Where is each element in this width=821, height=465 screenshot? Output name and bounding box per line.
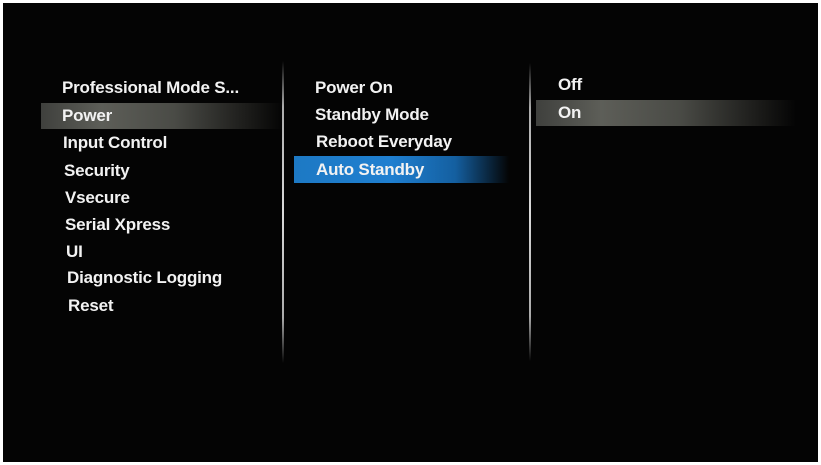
menu-item-label: Power <box>62 106 113 125</box>
submenu-item-power-on[interactable]: Power On <box>315 75 515 101</box>
menu-item-label: Professional Mode S... <box>62 78 239 97</box>
menu-item-ui[interactable]: UI <box>66 239 266 265</box>
menu-item-label: Serial Xpress <box>65 215 171 234</box>
menu-item-professional-mode[interactable]: Professional Mode S... <box>62 75 282 101</box>
menu-item-label: Reset <box>68 296 114 315</box>
option-label: On <box>558 103 582 122</box>
menu-item-diagnostic-logging[interactable]: Diagnostic Logging <box>67 265 267 291</box>
column-divider-right <box>529 63 531 361</box>
option-off[interactable]: Off <box>558 72 758 98</box>
menu-item-security[interactable]: Security <box>64 158 264 184</box>
menu-item-label: Security <box>64 161 130 180</box>
column-divider-left <box>282 61 284 363</box>
menu-item-label: Vsecure <box>65 188 130 207</box>
menu-item-reset[interactable]: Reset <box>68 293 268 319</box>
menu-item-label: UI <box>66 242 83 261</box>
menu-item-label: Input Control <box>63 133 168 152</box>
submenu-item-auto-standby[interactable]: Auto Standby <box>294 156 509 183</box>
menu-item-power[interactable]: Power <box>41 103 283 129</box>
menu-item-vsecure[interactable]: Vsecure <box>65 185 265 211</box>
submenu-item-label: Auto Standby <box>316 160 425 179</box>
menu-item-label: Diagnostic Logging <box>67 268 223 287</box>
menu-item-input-control[interactable]: Input Control <box>63 130 263 156</box>
submenu-item-reboot-everyday[interactable]: Reboot Everyday <box>316 129 516 155</box>
option-on[interactable]: On <box>536 100 796 126</box>
submenu-item-label: Power On <box>315 78 393 97</box>
submenu-item-label: Standby Mode <box>315 105 429 124</box>
tv-screen: Professional Mode S... Power Input Contr… <box>3 3 818 462</box>
submenu-item-label: Reboot Everyday <box>316 132 452 151</box>
menu-item-serial-xpress[interactable]: Serial Xpress <box>65 212 265 238</box>
submenu-item-standby-mode[interactable]: Standby Mode <box>315 102 515 128</box>
option-label: Off <box>558 75 582 94</box>
